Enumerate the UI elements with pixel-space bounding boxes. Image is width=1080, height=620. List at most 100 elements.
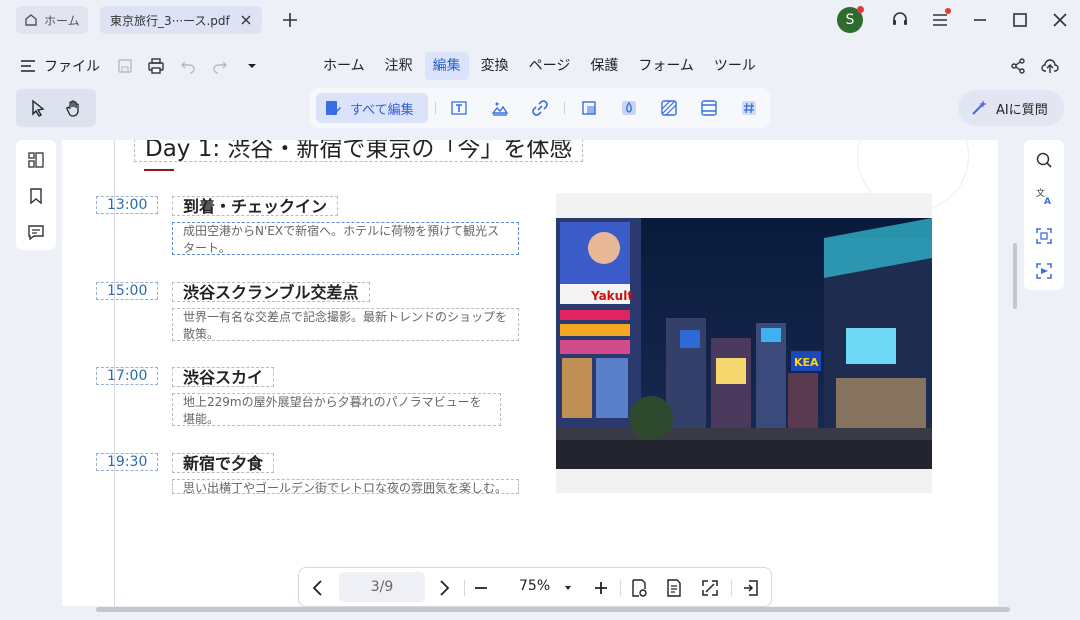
header-footer-icon[interactable] <box>700 99 718 117</box>
document-tab-label: 東京旅行_3···ース.pdf <box>110 13 230 28</box>
tab-edit[interactable]: 編集 <box>424 52 469 80</box>
tab-form[interactable]: フォーム <box>630 52 702 80</box>
redo-icon[interactable] <box>211 57 229 75</box>
event-time[interactable]: 13:00 <box>96 196 159 214</box>
menu-notification-dot <box>945 8 951 14</box>
headset-icon[interactable] <box>890 10 910 30</box>
collapse-bar-icon[interactable] <box>741 578 761 598</box>
home-icon <box>24 13 38 27</box>
photo-frame[interactable]: Yakult KEA <box>556 193 932 493</box>
crop-icon[interactable] <box>580 99 598 117</box>
separator <box>435 102 436 114</box>
previous-page-icon[interactable] <box>308 578 328 598</box>
yakult-sign: Yakult <box>590 289 633 303</box>
comment-icon[interactable] <box>27 223 45 241</box>
new-tab-icon[interactable] <box>280 10 300 30</box>
next-page-icon[interactable] <box>434 578 454 598</box>
edit-all-button[interactable]: すべて編集 <box>316 93 428 123</box>
event-title[interactable]: 新宿で夕食 <box>172 453 275 473</box>
fullscreen-icon[interactable] <box>700 578 720 598</box>
share-icon[interactable] <box>1009 57 1027 75</box>
vertical-scrollbar[interactable] <box>1013 243 1017 309</box>
screen-record-icon[interactable] <box>1035 262 1053 280</box>
left-sidebar <box>16 140 56 250</box>
translate-icon[interactable]: 文A <box>1035 187 1053 205</box>
event-description[interactable]: 地上229mの屋外展望台から夕暮れのパノラマビューを堪能。 <box>172 393 501 426</box>
zoom-out-icon[interactable] <box>471 578 491 598</box>
add-image-icon[interactable] <box>491 99 509 117</box>
maximize-icon[interactable] <box>1010 10 1030 30</box>
ai-ask-button[interactable]: AIに質問 <box>958 90 1064 126</box>
background-icon[interactable] <box>660 99 678 117</box>
search-icon[interactable] <box>1035 151 1053 169</box>
tab-annotate[interactable]: 注釈 <box>377 52 421 80</box>
add-text-icon[interactable] <box>451 99 469 117</box>
separator <box>620 580 621 596</box>
title-bar: ホーム 東京旅行_3···ース.pdf S <box>0 0 1080 40</box>
quick-access-dropdown-icon[interactable] <box>243 57 261 75</box>
edit-all-label: すべて編集 <box>350 102 414 118</box>
document-tab[interactable]: 東京旅行_3···ース.pdf <box>100 6 262 34</box>
event-title[interactable]: 渋谷スクランブル交差点 <box>172 282 370 302</box>
event-time[interactable]: 17:00 <box>96 367 159 385</box>
ai-ask-label: AIに質問 <box>996 102 1048 118</box>
day-title[interactable]: Day 1: 渋谷・新宿で東京の「今」を体感 <box>134 140 584 162</box>
page-layout-icon[interactable] <box>664 578 684 598</box>
right-sidebar: 文A <box>1024 140 1064 290</box>
close-tab-icon[interactable] <box>238 12 254 28</box>
separator <box>564 102 565 114</box>
page-number-input[interactable]: 3/9 <box>339 572 425 602</box>
horizontal-scrollbar[interactable] <box>96 607 1010 612</box>
tab-tools[interactable]: ツール <box>706 52 764 80</box>
watermark-icon[interactable] <box>620 99 638 117</box>
tab-convert[interactable]: 変換 <box>473 52 517 80</box>
zoom-level[interactable]: 75% <box>519 578 550 594</box>
tab-home[interactable]: ホーム <box>315 52 373 80</box>
minimize-icon[interactable] <box>970 10 990 30</box>
event-title[interactable]: 渋谷スカイ <box>172 367 275 387</box>
title-underline <box>144 169 174 171</box>
print-icon[interactable] <box>147 57 165 75</box>
ribbon-tabs: ホーム 注釈 編集 変換 ページ 保護 フォーム ツール <box>315 52 768 80</box>
svg-text:A: A <box>1044 197 1051 205</box>
ocr-icon[interactable] <box>1035 227 1053 245</box>
avatar-letter: S <box>845 12 855 28</box>
menu-lines-icon <box>20 59 36 73</box>
file-menu-button[interactable]: ファイル <box>20 56 100 76</box>
selection-tools <box>16 89 96 127</box>
file-menu-label: ファイル <box>44 59 100 75</box>
event-description[interactable]: 成田空港からN'EXで新宿へ。ホテルに荷物を預けて観光スタート。 <box>172 222 519 255</box>
notification-dot <box>857 6 864 13</box>
event-time[interactable]: 15:00 <box>96 282 159 300</box>
ai-sparkle-icon <box>970 99 988 117</box>
event-description[interactable]: 世界一有名な交差点で記念撮影。最新トレンドのショップを散策。 <box>172 308 519 341</box>
edit-document-icon <box>324 99 342 117</box>
zoom-dropdown-icon[interactable] <box>558 578 578 598</box>
edit-toolbar: すべて編集 <box>310 88 770 128</box>
select-cursor-icon[interactable] <box>29 99 47 117</box>
event-time[interactable]: 19:30 <box>96 453 159 471</box>
read-mode-icon[interactable] <box>629 578 649 598</box>
separator <box>464 580 465 596</box>
add-link-icon[interactable] <box>531 99 549 117</box>
zoom-in-icon[interactable] <box>591 578 611 598</box>
shibuya-night-photo[interactable]: Yakult KEA <box>556 218 932 469</box>
event-title[interactable]: 到着・チェックイン <box>172 196 339 216</box>
tab-page[interactable]: ページ <box>521 52 579 80</box>
thumbnails-icon[interactable] <box>27 151 45 169</box>
undo-icon[interactable] <box>179 57 197 75</box>
tab-protect[interactable]: 保護 <box>582 52 626 80</box>
close-window-icon[interactable] <box>1050 10 1070 30</box>
separator <box>731 580 732 596</box>
page-navigation-bar: 3/9 75% <box>298 567 772 607</box>
save-icon[interactable] <box>116 57 134 75</box>
menu-row: ファイル ホーム 注釈 編集 変換 ページ 保護 フォーム ツール <box>0 48 1080 84</box>
home-tab[interactable]: ホーム <box>16 6 88 34</box>
bookmark-icon[interactable] <box>27 187 45 205</box>
cloud-upload-icon[interactable] <box>1041 57 1059 75</box>
event-description[interactable]: 思い出横丁やゴールデン街でレトロな夜の雰囲気を楽しむ。 <box>172 479 519 494</box>
home-tab-label: ホーム <box>44 13 80 28</box>
bates-number-icon[interactable] <box>740 99 758 117</box>
hand-tool-icon[interactable] <box>65 99 83 117</box>
ikea-sign: KEA <box>794 356 819 369</box>
